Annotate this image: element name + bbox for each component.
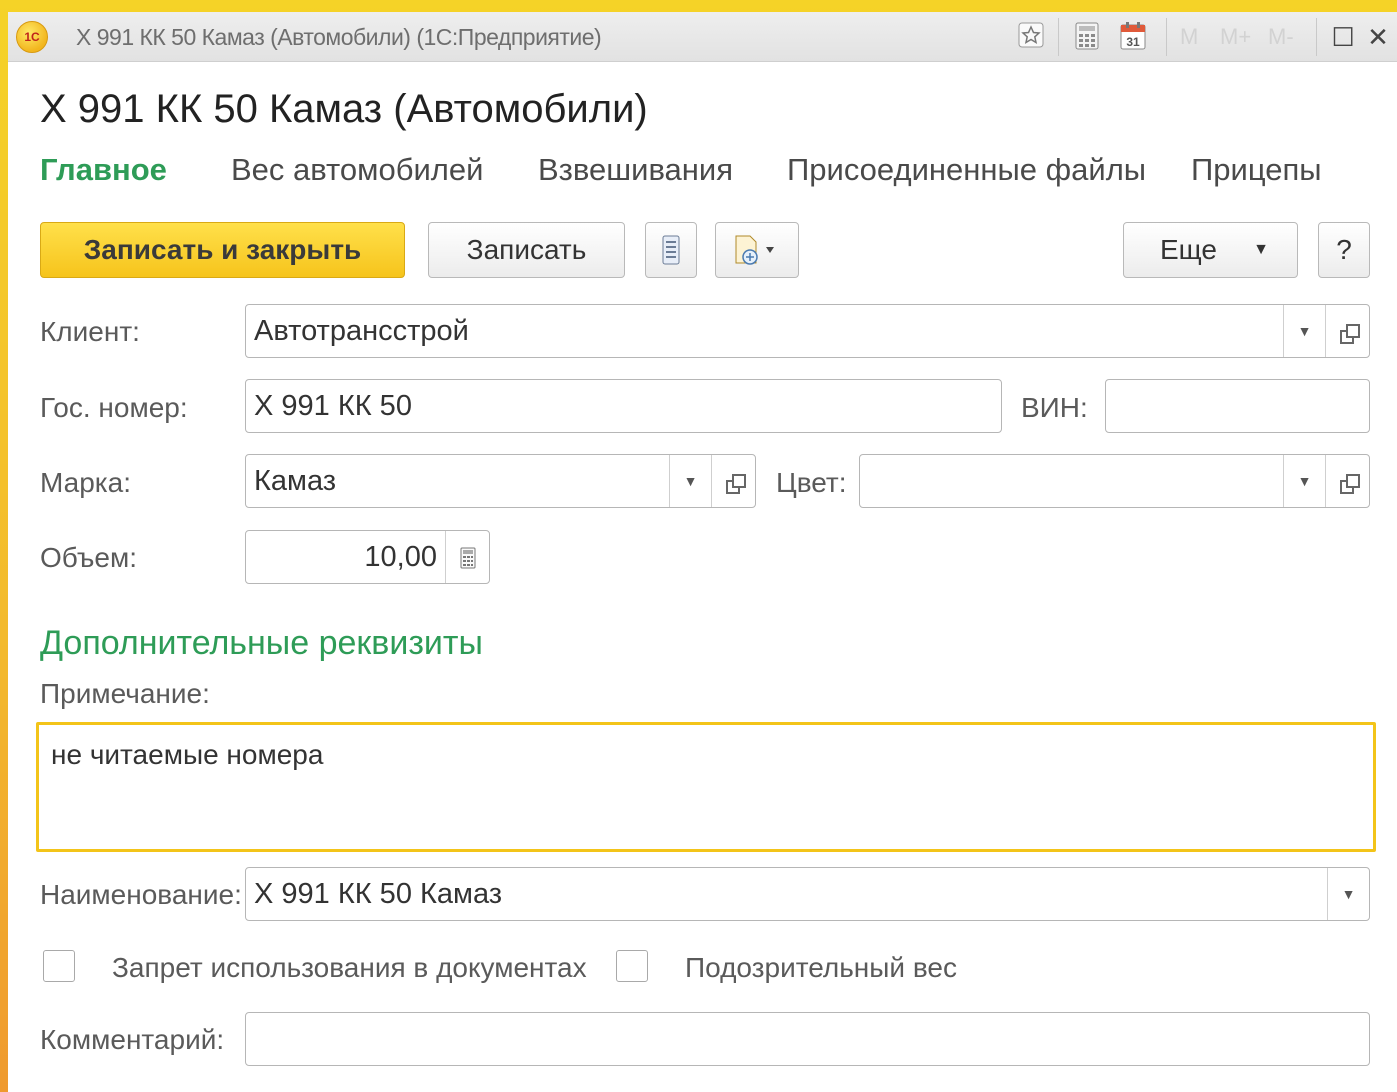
volume-label: Объем: — [40, 542, 137, 573]
ban-usage-checkbox[interactable] — [43, 950, 75, 982]
client-field[interactable]: Автотрансстрой ▼ — [245, 304, 1370, 358]
calendar-day-label: 31 — [1126, 35, 1140, 49]
name-field[interactable]: Х 991 КК 50 Камаз ▼ — [245, 867, 1370, 921]
help-button[interactable]: ? — [1318, 222, 1370, 278]
note-textarea[interactable]: не читаемые номера — [36, 722, 1376, 852]
report-list-button[interactable] — [645, 222, 697, 278]
brand-open-button[interactable] — [711, 455, 755, 507]
brand-label: Марка: — [40, 467, 131, 498]
maximize-icon[interactable]: ☐ — [1328, 22, 1358, 52]
ban-usage-label[interactable]: Запрет использования в документах — [112, 952, 587, 984]
calculator-icon[interactable] — [1072, 22, 1102, 52]
comment-field[interactable] — [245, 1012, 1370, 1066]
vin-field[interactable] — [1105, 379, 1370, 433]
client-open-button[interactable] — [1325, 305, 1369, 357]
comment-label: Комментарий: — [40, 1024, 225, 1055]
form-window: 1С Х 991 КК 50 Камаз (Автомобили) (1С:Пр… — [8, 12, 1397, 1092]
name-label: Наименование: — [40, 879, 242, 910]
tab-bar: Главное Вес автомобилей Взвешивания Прис… — [8, 152, 1397, 192]
additional-section-title: Дополнительные реквизиты — [40, 624, 483, 662]
open-window-icon — [1339, 474, 1360, 495]
calendar-icon[interactable]: 31 — [1118, 22, 1148, 52]
more-button-label: Еще — [1160, 234, 1217, 265]
plate-label: Гос. номер: — [40, 392, 188, 423]
chevron-down-icon: ▼ — [1253, 241, 1269, 258]
save-and-close-button[interactable]: Записать и закрыть — [40, 222, 405, 278]
note-label: Примечание: — [40, 678, 210, 709]
toolbar-separator — [1058, 18, 1059, 56]
favorite-star-icon[interactable] — [1016, 22, 1046, 52]
save-button[interactable]: Записать — [428, 222, 625, 278]
brand-value: Камаз — [254, 465, 337, 497]
brand-field[interactable]: Камаз ▼ — [245, 454, 756, 508]
calculator-icon — [460, 547, 475, 569]
window-title: Х 991 КК 50 Камаз (Автомобили) (1С:Предп… — [76, 24, 602, 50]
brand-dropdown-button[interactable]: ▼ — [669, 455, 711, 507]
tab-vehicle-weight[interactable]: Вес автомобилей — [231, 152, 483, 188]
color-label: Цвет: — [776, 467, 847, 498]
document-list-icon — [662, 235, 680, 265]
memory-button-mplus[interactable]: M+ — [1220, 24, 1251, 50]
client-value: Автотрансстрой — [254, 315, 469, 347]
tab-trailers[interactable]: Прицепы — [1191, 152, 1322, 188]
memory-button-m[interactable]: M — [1180, 24, 1198, 50]
page-title: Х 991 КК 50 Камаз (Автомобили) — [40, 87, 648, 131]
color-open-button[interactable] — [1325, 455, 1369, 507]
vin-label: ВИН: — [1021, 392, 1088, 423]
volume-calculator-button[interactable] — [445, 531, 489, 583]
tab-attached-files[interactable]: Присоединенные файлы — [787, 152, 1146, 188]
color-dropdown-button[interactable]: ▼ — [1283, 455, 1325, 507]
name-value: Х 991 КК 50 Камаз — [254, 878, 503, 910]
create-document-dropdown-icon — [735, 235, 774, 265]
name-dropdown-button[interactable]: ▼ — [1327, 868, 1369, 920]
toolbar-separator — [1166, 18, 1167, 56]
tab-weighings[interactable]: Взвешивания — [538, 152, 733, 188]
client-label: Клиент: — [40, 316, 140, 347]
volume-field[interactable]: 10,00 — [245, 530, 490, 584]
suspicious-weight-label[interactable]: Подозрительный вес — [685, 952, 957, 984]
open-window-icon — [1339, 324, 1360, 345]
more-button[interactable]: Еще ▼ — [1123, 222, 1298, 278]
color-field[interactable]: ▼ — [859, 454, 1370, 508]
close-icon[interactable]: ✕ — [1364, 22, 1392, 52]
open-window-icon — [725, 474, 746, 495]
title-bar: 1С Х 991 КК 50 Камаз (Автомобили) (1С:Пр… — [8, 12, 1397, 62]
toolbar-separator — [1316, 18, 1317, 56]
suspicious-weight-checkbox[interactable] — [616, 950, 648, 982]
volume-value: 10,00 — [364, 541, 437, 573]
memory-button-mminus[interactable]: M- — [1268, 24, 1294, 50]
create-based-on-button[interactable] — [715, 222, 799, 278]
client-dropdown-button[interactable]: ▼ — [1283, 305, 1325, 357]
tab-main[interactable]: Главное — [40, 152, 167, 188]
1c-logo-icon: 1С — [16, 21, 48, 53]
plate-field[interactable]: Х 991 КК 50 — [245, 379, 1002, 433]
